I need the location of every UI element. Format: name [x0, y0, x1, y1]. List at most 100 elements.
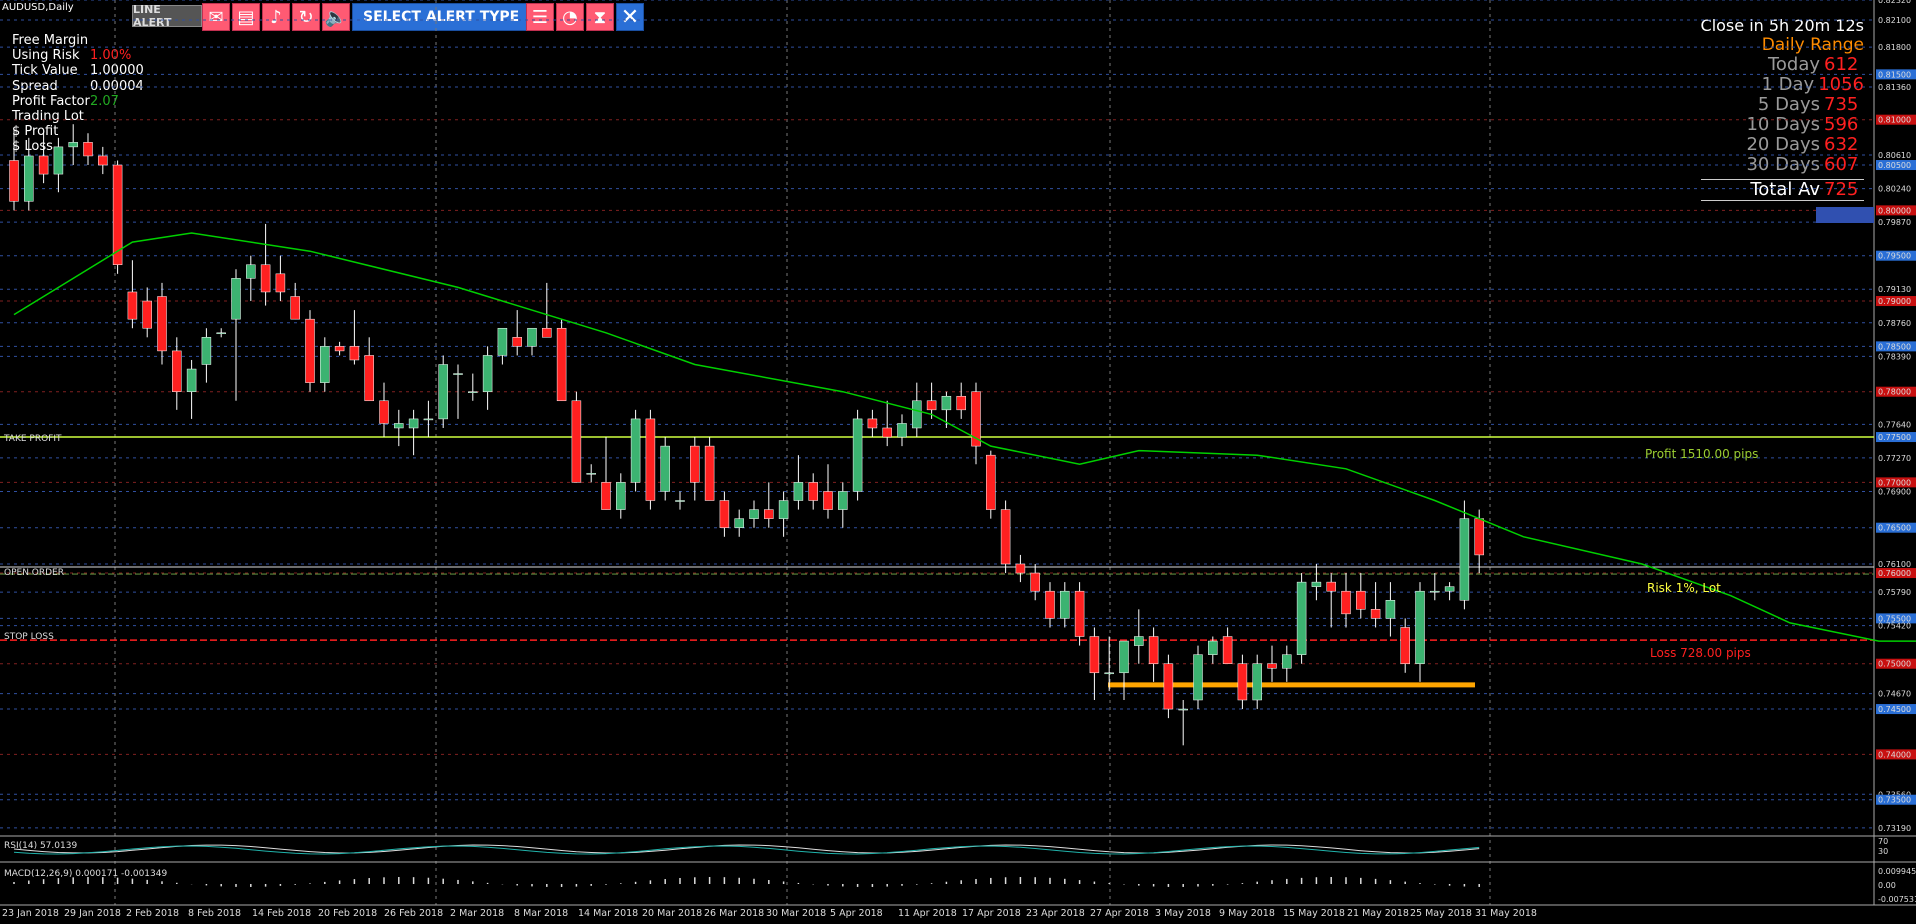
candle-body	[1193, 654, 1203, 701]
price-tick-label: 0.76900	[1878, 487, 1911, 496]
candle-body	[542, 327, 552, 338]
candle-body	[1237, 663, 1248, 701]
candle-body	[186, 368, 197, 392]
price-tick-label: 0.78000	[1878, 388, 1911, 397]
rsi-level-label: 30	[1878, 847, 1888, 856]
candle-body	[334, 346, 345, 352]
candle-body	[867, 418, 878, 429]
candle-body	[9, 160, 19, 202]
candle-body	[1415, 590, 1425, 664]
price-tick-label: 0.74670	[1878, 690, 1911, 699]
candle-body	[1015, 563, 1026, 574]
stop-loss-label[interactable]: STOP LOSS	[4, 632, 54, 642]
candle-body	[586, 473, 596, 475]
price-tick-label: 0.81360	[1878, 83, 1911, 92]
candle-body	[956, 395, 966, 411]
price-tick-label: 0.79500	[1878, 252, 1911, 261]
price-tick-label: 0.75790	[1878, 588, 1911, 597]
candle-body	[1459, 518, 1470, 601]
price-tick-label: 0.74500	[1878, 705, 1911, 714]
date-label: 25 May 2018	[1410, 908, 1472, 919]
candle-body	[497, 327, 508, 356]
date-label: 20 Feb 2018	[318, 908, 377, 919]
candle-body	[1341, 590, 1351, 615]
price-tick-label: 0.74000	[1878, 750, 1911, 759]
price-tick-label: 0.77640	[1878, 420, 1911, 429]
price-tick-label: 0.79130	[1878, 285, 1911, 294]
candle-body	[260, 264, 271, 293]
candle-body	[364, 355, 374, 402]
candle-body	[453, 373, 463, 375]
price-tick-label: 0.80610	[1878, 151, 1911, 160]
candle-body	[1163, 663, 1174, 710]
take-profit-label[interactable]: TAKE PROFIT	[4, 434, 62, 444]
date-label: 21 May 2018	[1347, 908, 1409, 919]
candle-body	[1311, 581, 1322, 587]
candle-body	[83, 142, 93, 157]
date-label: 8 Feb 2018	[188, 908, 241, 919]
price-tick-label: 0.78760	[1878, 319, 1911, 328]
candle-body	[882, 427, 892, 438]
candle-body	[838, 491, 848, 510]
open-order-label[interactable]: OPEN ORDER	[4, 568, 64, 578]
chart-window: AUDUSD,Daily LINE ALERT ✉ ▤ ♪ ↻ 🔈 SELECT…	[0, 0, 1916, 924]
price-tick-label: 0.82320	[1878, 0, 1911, 5]
rsi-level-label: 70	[1878, 837, 1888, 846]
price-tick-label: 0.76000	[1878, 569, 1911, 578]
date-label: 23 Jan 2018	[2, 908, 59, 919]
date-label: 27 Apr 2018	[1090, 908, 1149, 919]
price-tick-label: 0.80500	[1878, 161, 1911, 170]
profit-pips-text: Profit 1510.00 pips	[1645, 447, 1759, 461]
candle-body	[201, 337, 212, 365]
candle-body	[1000, 509, 1011, 565]
candle-body	[512, 337, 522, 347]
macd-axis-label: -0.007531	[1878, 895, 1916, 904]
candle-body	[1370, 609, 1381, 619]
date-label: 9 May 2018	[1219, 908, 1275, 919]
date-label: 23 Apr 2018	[1026, 908, 1085, 919]
price-tick-label: 0.80000	[1878, 206, 1911, 215]
candle-body	[38, 155, 49, 175]
price-tick-label: 0.78390	[1878, 352, 1911, 361]
candle-body	[482, 355, 493, 392]
candle-body	[231, 278, 241, 320]
price-chart: 0.82320 0.82100 0.81800 0.81500 0.81360 0.810…	[0, 0, 1916, 919]
candle-body	[986, 454, 996, 510]
candle-body	[1296, 581, 1307, 655]
candle-body	[423, 418, 434, 421]
macd-axis-label: 0.009945	[1878, 867, 1916, 876]
date-label: 14 Mar 2018	[578, 908, 638, 919]
price-tick-label: 0.82100	[1878, 16, 1911, 25]
candle-body	[438, 364, 448, 420]
date-label: 8 Mar 2018	[514, 908, 568, 919]
date-label: 20 Mar 2018	[642, 908, 702, 919]
price-tick-label: 0.76100	[1878, 560, 1911, 569]
date-label: 17 Apr 2018	[962, 908, 1021, 919]
date-label: 29 Jan 2018	[64, 908, 121, 919]
range-marker	[1816, 207, 1874, 223]
price-tick-label: 0.77000	[1878, 478, 1911, 487]
candle-body	[98, 155, 108, 166]
candle-body	[571, 400, 582, 483]
candle-body	[556, 327, 567, 402]
candle-body	[157, 296, 167, 352]
macd-label: MACD(12,26,9) 0.000171 -0.001349	[4, 869, 168, 879]
candle-body	[1444, 586, 1455, 592]
price-tick-label: 0.79000	[1878, 297, 1911, 306]
candle-body	[1356, 590, 1366, 610]
price-tick-label: 0.79870	[1878, 218, 1911, 227]
candle-body	[778, 500, 789, 519]
candle-body	[53, 146, 64, 175]
candle-body	[379, 400, 389, 424]
candle-body	[172, 350, 182, 392]
loss-pips-text: Loss 728.00 pips	[1650, 646, 1751, 660]
candle-body	[24, 155, 34, 202]
candle-body	[527, 327, 537, 347]
candle-body	[941, 395, 952, 411]
price-tick-label: 0.81500	[1878, 70, 1911, 79]
candle-body	[675, 500, 685, 502]
rsi-signal-line	[13, 845, 1480, 855]
candle-body	[290, 296, 300, 320]
candle-body	[1074, 590, 1085, 637]
candle-body	[660, 445, 670, 492]
